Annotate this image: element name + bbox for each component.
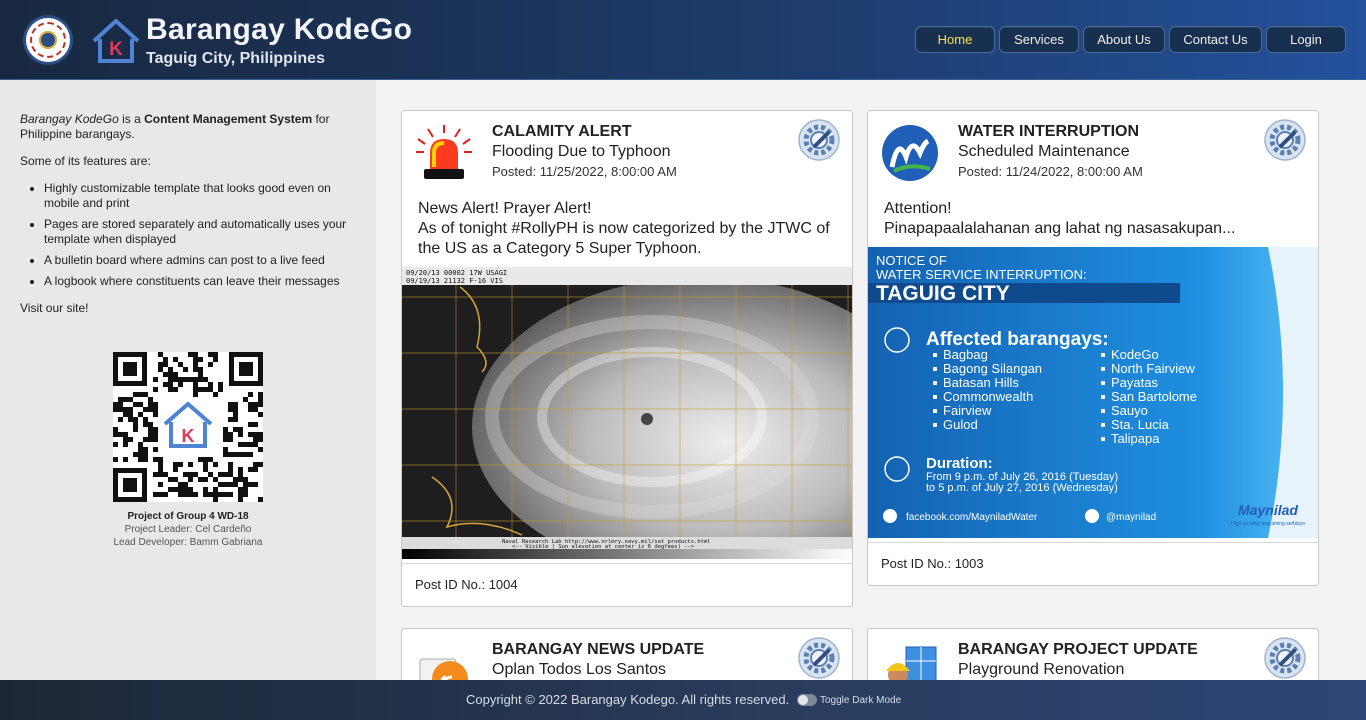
post-title: BARANGAY PROJECT UPDATE <box>958 641 1198 658</box>
visit-site-text: Visit our site! <box>20 301 89 315</box>
site-title[interactable]: Barangay KodeGo <box>146 13 412 47</box>
bullet-icon <box>1101 381 1105 385</box>
nav-home-button[interactable]: Home <box>915 26 995 53</box>
svg-text:@maynilad: @maynilad <box>1106 512 1156 523</box>
bullet-icon <box>933 395 937 399</box>
list-item: Pages are stored separately and automati… <box>44 217 356 247</box>
post-title: WATER INTERRUPTION <box>958 123 1140 140</box>
post-title: CALAMITY ALERT <box>492 123 632 140</box>
svg-text:K: K <box>182 426 195 446</box>
house-k-logo-icon[interactable]: K <box>90 17 142 65</box>
sidebar-intro: Barangay KodeGo is a Content Management … <box>20 112 330 141</box>
post-title: BARANGAY NEWS UPDATE <box>492 641 705 658</box>
dark-mode-toggle-label[interactable]: Toggle Dark Mode <box>820 695 901 706</box>
bullet-icon <box>933 353 937 357</box>
svg-text:TAGUIG CITY: TAGUIG CITY <box>876 282 1010 305</box>
barangay-name: North Fairview <box>1111 361 1195 376</box>
post-id: Post ID No.: 1003 <box>868 542 1318 585</box>
post-subtitle: Oplan Todos Los Santos <box>492 661 667 678</box>
nav-about-button[interactable]: About Us <box>1083 26 1165 53</box>
post-card-1003: WATER INTERRUPTION Scheduled Maintenance… <box>867 110 1319 586</box>
list-item: A bulletin board where admins can post t… <box>44 253 356 268</box>
barangay-name: Bagbag <box>943 347 988 362</box>
barangay-name: Commonwealth <box>943 389 1033 404</box>
copyright-text: Copyright © 2022 Barangay Kodego. All ri… <box>466 692 790 707</box>
post-subtitle: Scheduled Maintenance <box>958 143 1130 160</box>
settings-gear-icon[interactable] <box>798 637 840 679</box>
bullet-icon <box>1101 437 1105 441</box>
city-seal-icon <box>23 15 73 65</box>
svg-text:Maynilad: Maynilad <box>1238 502 1298 518</box>
svg-text:facebook.com/MayniladWater: facebook.com/MayniladWater <box>906 512 1038 523</box>
lead-developer: Lead Developer: Bamm Gabriana <box>113 537 263 548</box>
settings-gear-icon[interactable] <box>798 119 840 161</box>
barangay-name: Payatas <box>1111 375 1158 390</box>
post-body: News Alert! Prayer Alert! As of tonight … <box>418 200 830 257</box>
svg-text:NOTICE OF: NOTICE OF <box>876 253 947 268</box>
project-credit: Project of Group 4 WD-18 <box>127 511 249 522</box>
nav-services-button[interactable]: Services <box>999 26 1079 53</box>
post-body: Attention! Pinapapaalalahanan ang lahat … <box>884 200 1236 237</box>
barangay-name: KodeGo <box>1111 347 1159 362</box>
barangay-name: Gulod <box>943 417 978 432</box>
bullet-icon <box>933 409 937 413</box>
site-header: K Barangay KodeGo Taguig City, Philippin… <box>0 0 1366 80</box>
bullet-icon <box>1101 353 1105 357</box>
bullet-icon <box>1101 395 1105 399</box>
siren-icon <box>416 125 472 179</box>
svg-text:K: K <box>109 39 123 60</box>
bullet-icon <box>1101 423 1105 427</box>
settings-gear-icon[interactable] <box>1264 119 1306 161</box>
list-item: Highly customizable template that looks … <box>44 181 356 211</box>
svg-text:Higit sa tubig ang aming serbi: Higit sa tubig ang aming serbisyo <box>1231 521 1305 527</box>
barangay-name: Sauyo <box>1111 403 1148 418</box>
bullet-icon <box>1101 409 1105 413</box>
svg-text:to 5 p.m. of July 27, 2016 (We: to 5 p.m. of July 27, 2016 (Wednesday) <box>926 482 1118 494</box>
maynilad-logo-icon <box>882 125 938 181</box>
typhoon-satellite-image: 09/20/13 00002 17W USAGI 09/19/13 21132 … <box>402 267 852 559</box>
dark-mode-toggle[interactable] <box>797 694 817 706</box>
svg-text:WATER SERVICE INTERRUPTION:: WATER SERVICE INTERRUPTION: <box>876 267 1087 282</box>
post-date: Posted: 11/25/2022, 8:00:00 AM <box>492 164 677 179</box>
list-item: A logbook where constituents can leave t… <box>44 274 356 289</box>
post-card-news: BARANGAY NEWS UPDATE Oplan Todos Los San… <box>401 628 853 688</box>
svg-text:09/20/13 00002 17W USAGI: 09/20/13 00002 17W USAGI <box>406 269 507 277</box>
nav-contact-button[interactable]: Contact Us <box>1169 26 1262 53</box>
barangay-name: Bagong Silangan <box>943 361 1042 376</box>
feature-list: Highly customizable template that looks … <box>44 181 356 289</box>
site-footer: Copyright © 2022 Barangay Kodego. All ri… <box>0 680 1366 720</box>
features-lead: Some of its features are: <box>20 154 151 168</box>
post-subtitle: Flooding Due to Typhoon <box>492 143 671 160</box>
qr-code-icon[interactable]: K <box>113 352 263 502</box>
barangay-name: Fairview <box>943 403 992 418</box>
bullet-icon <box>933 423 937 427</box>
water-interruption-notice-image: NOTICE OF WATER SERVICE INTERRUPTION: TA… <box>868 247 1318 538</box>
svg-text:09/19/13 21132 F-16 VIS: 09/19/13 21132 F-16 VIS <box>406 277 503 285</box>
project-leader: Project Leader: Cel Cardeño <box>124 524 252 535</box>
post-card-1004: CALAMITY ALERT Flooding Due to Typhoon P… <box>401 110 853 607</box>
barangay-name: Batasan Hills <box>943 375 1019 390</box>
settings-gear-icon[interactable] <box>1264 637 1306 679</box>
nav-login-button[interactable]: Login <box>1266 26 1346 53</box>
bullet-icon <box>933 381 937 385</box>
bullet-icon <box>1101 367 1105 371</box>
post-id: Post ID No.: 1004 <box>402 563 852 606</box>
site-subtitle: Taguig City, Philippines <box>146 50 325 67</box>
post-subtitle: Playground Renovation <box>958 661 1125 678</box>
bullet-icon <box>933 367 937 371</box>
barangay-name: San Bartolome <box>1111 389 1197 404</box>
barangay-name: Sta. Lucia <box>1111 417 1170 432</box>
post-card-project: BARANGAY PROJECT UPDATE Playground Renov… <box>867 628 1319 688</box>
svg-text:Duration:: Duration: <box>926 455 993 472</box>
barangay-name: Talipapa <box>1111 431 1160 446</box>
post-feed: CALAMITY ALERT Flooding Due to Typhoon P… <box>376 80 1366 688</box>
post-date: Posted: 11/24/2022, 8:00:00 AM <box>958 164 1143 179</box>
